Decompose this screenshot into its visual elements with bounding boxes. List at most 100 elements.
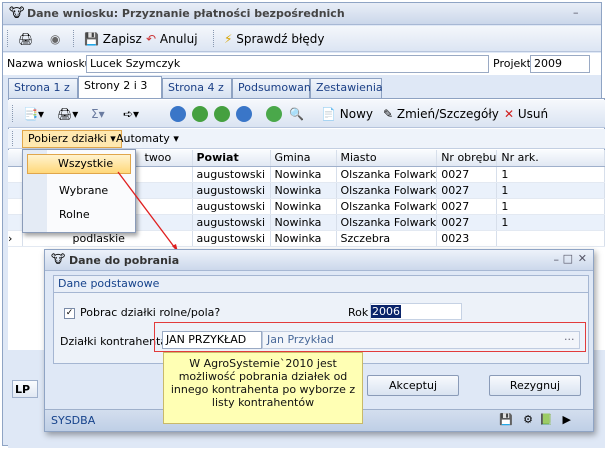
table-cell[interactable]: Nowinka bbox=[270, 166, 337, 183]
sum-icon[interactable]: Σ▾ bbox=[88, 104, 108, 124]
validate-label: Sprawdź błędy bbox=[236, 32, 325, 46]
menu-item-arable[interactable]: Rolne bbox=[25, 206, 133, 226]
tab-pages2-3[interactable]: Strony 2 i 3 z 4 bbox=[78, 76, 162, 110]
table-cell[interactable]: augustowski bbox=[192, 182, 271, 199]
automaty-label: Automaty bbox=[116, 132, 170, 145]
table-cell[interactable]: Nowinka bbox=[270, 182, 337, 199]
table-cell[interactable]: Nowinka bbox=[270, 230, 337, 247]
title-bar: 🐮 Dane wniosku: Przyznanie płatności bez… bbox=[3, 3, 601, 25]
table-cell[interactable]: augustowski bbox=[192, 230, 271, 247]
tab-page4[interactable]: Strona 4 z 4 bbox=[162, 78, 232, 112]
cancel-button[interactable]: ↶ Anuluj bbox=[143, 29, 201, 49]
minimize-icon[interactable]: – bbox=[554, 253, 560, 266]
toolbar-grip[interactable] bbox=[7, 30, 10, 47]
validate-button[interactable]: ⚡ Sprawdź błędy bbox=[221, 29, 327, 49]
project-field[interactable]: 2009 bbox=[530, 55, 590, 73]
callout-tooltip: W AgroSystemie`2010 jest możliwość pobra… bbox=[163, 352, 363, 424]
table-cell[interactable]: Nowinka bbox=[270, 198, 337, 215]
year-field[interactable]: 2006 bbox=[370, 303, 462, 320]
column-header[interactable]: Gmina bbox=[270, 150, 337, 167]
table-cell[interactable]: 0027 bbox=[436, 182, 498, 199]
table-cell[interactable]: Nowinka bbox=[270, 214, 337, 231]
floppy-icon: 💾 bbox=[84, 32, 99, 46]
fetch-plots-dropdown[interactable]: Pobierz działki ▾ bbox=[22, 130, 122, 148]
row-indicator[interactable] bbox=[8, 166, 23, 183]
fetch-toolbar: Pobierz działki ▾ Automaty ▾ bbox=[8, 129, 605, 149]
menu-item-selected[interactable]: Wybrane bbox=[25, 182, 133, 202]
maximize-icon[interactable]: □ bbox=[563, 252, 573, 265]
table-cell[interactable]: 1 bbox=[496, 166, 605, 183]
table-cell[interactable]: Olszanka Folwark bbox=[336, 166, 438, 183]
database-icon: 💾 bbox=[499, 413, 513, 426]
table-cell[interactable]: 1 bbox=[496, 198, 605, 215]
edit-button[interactable]: ✎ Zmień/Szczegóły bbox=[380, 104, 502, 124]
row-indicator[interactable]: › bbox=[8, 230, 23, 247]
toolbar-grip-2[interactable] bbox=[12, 105, 15, 122]
print-icon[interactable]: 🖨 bbox=[15, 29, 36, 49]
table-cell[interactable]: augustowski bbox=[192, 198, 271, 215]
table-cell[interactable]: 0027 bbox=[436, 214, 498, 231]
table-cell[interactable] bbox=[496, 230, 605, 247]
toolbar-separator bbox=[73, 30, 76, 47]
next-record-icon[interactable] bbox=[214, 106, 230, 122]
cancel-dialog-button[interactable]: Rezygnuj bbox=[489, 375, 581, 396]
close-icon[interactable]: ✕ bbox=[578, 252, 587, 265]
column-header[interactable]: Nr ark. bbox=[496, 150, 605, 167]
accept-button[interactable]: Akceptuj bbox=[367, 375, 459, 396]
tab-summary[interactable]: Podsumowanie bbox=[232, 78, 321, 98]
project-label: Projekt bbox=[493, 57, 531, 70]
row-indicator[interactable] bbox=[8, 198, 23, 215]
export-icon[interactable]: ➪▾ bbox=[120, 104, 142, 124]
last-record-icon[interactable] bbox=[236, 106, 252, 122]
table-cell[interactable]: augustowski bbox=[192, 214, 271, 231]
grid-corner[interactable] bbox=[8, 150, 23, 167]
table-cell[interactable]: 0027 bbox=[436, 166, 498, 183]
delete-x-icon: ✕ bbox=[504, 107, 515, 121]
first-record-icon[interactable] bbox=[170, 106, 186, 122]
help-icon[interactable]: ▶ bbox=[563, 413, 571, 426]
stop-icon[interactable]: ◉ bbox=[47, 29, 63, 49]
name-field[interactable]: Lucek Szymczyk bbox=[86, 55, 489, 73]
lightning-icon: ⚡ bbox=[224, 32, 233, 46]
table-cell[interactable]: Olszanka Folwark bbox=[336, 182, 438, 199]
table-cell[interactable]: 1 bbox=[496, 214, 605, 231]
table-cell[interactable]: Olszanka Folwark bbox=[336, 214, 438, 231]
print2-icon[interactable]: 🖨▾ bbox=[54, 104, 81, 124]
table-cell[interactable]: 1 bbox=[496, 182, 605, 199]
app-icon: 🐮 bbox=[51, 252, 66, 266]
fetch-plots-menu: Wszystkie Wybrane Rolne bbox=[22, 149, 136, 233]
prev-record-icon[interactable] bbox=[192, 106, 208, 122]
pencil-icon: ✎ bbox=[383, 107, 394, 121]
edit-label: Zmień/Szczegóły bbox=[396, 107, 499, 121]
column-header[interactable]: Powiat bbox=[192, 150, 271, 167]
toolbar-grip-3[interactable] bbox=[12, 131, 15, 146]
minimize-icon[interactable]: – bbox=[573, 6, 579, 19]
settings-gear-icon[interactable]: ⚙ bbox=[523, 413, 533, 426]
menu-item-all[interactable]: Wszystkie bbox=[27, 154, 131, 174]
refresh-icon[interactable] bbox=[266, 106, 282, 122]
automaty-dropdown[interactable]: Automaty ▾ bbox=[110, 130, 185, 148]
table-cell[interactable]: augustowski bbox=[192, 166, 271, 183]
search-icon[interactable]: 🔍 bbox=[286, 104, 307, 124]
window-title: Dane wniosku: Przyznanie płatności bezpo… bbox=[27, 7, 345, 20]
user-status: SYSDBA bbox=[51, 414, 96, 427]
row-indicator[interactable] bbox=[8, 182, 23, 199]
table-cell[interactable]: 0027 bbox=[436, 198, 498, 215]
export-status-icon[interactable]: 📗 bbox=[539, 413, 553, 426]
delete-label: Usuń bbox=[517, 107, 549, 121]
tab-basic-data[interactable]: Dane podstawowe bbox=[53, 275, 589, 293]
save-button[interactable]: 💾 Zapisz bbox=[81, 29, 145, 49]
tab-page1[interactable]: Strona 1 z 4 bbox=[8, 78, 78, 112]
column-header[interactable]: Miasto bbox=[336, 150, 438, 167]
row-indicator[interactable] bbox=[8, 214, 23, 231]
table-cell[interactable]: Olszanka Folwark bbox=[336, 198, 438, 215]
lp-column-header[interactable]: LP bbox=[12, 380, 38, 398]
column-header[interactable]: Nr obrębu bbox=[436, 150, 498, 167]
table-cell[interactable]: Szczebra bbox=[336, 230, 438, 247]
new-button[interactable]: 📄 Nowy bbox=[318, 104, 376, 124]
delete-button[interactable]: ✕ Usuń bbox=[501, 104, 551, 124]
table-cell[interactable]: 0023 bbox=[436, 230, 498, 247]
layout-icon[interactable]: 📑▾ bbox=[20, 104, 47, 124]
fetch-arable-checkbox[interactable]: ✓ bbox=[64, 308, 75, 319]
tab-statements[interactable]: Zestawienia bbox=[310, 78, 383, 98]
